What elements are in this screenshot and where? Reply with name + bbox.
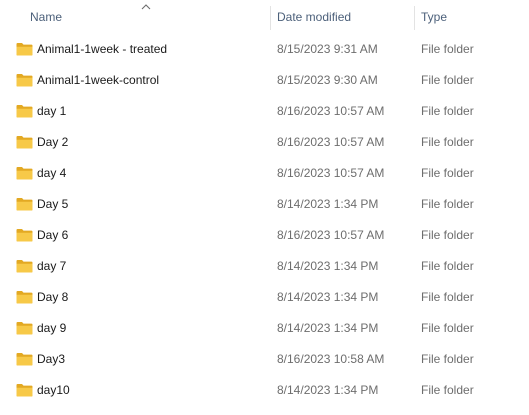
file-name: Animal1-1week - treated xyxy=(37,42,168,56)
file-name-cell[interactable]: Day 6 xyxy=(16,220,266,251)
column-header-type-label: Type xyxy=(421,10,448,24)
file-row[interactable]: Animal1-1week-control 8/15/2023 9:30 AM Fi… xyxy=(0,65,529,96)
file-list: Animal1-1week - treated 8/15/2023 9:31 AM… xyxy=(0,34,529,415)
file-row[interactable]: day 7 8/14/2023 1:34 PM File folder xyxy=(0,251,529,282)
folder-icon xyxy=(16,384,33,397)
file-name: Day 5 xyxy=(37,197,69,211)
file-name-cell[interactable]: Day3 xyxy=(16,344,266,375)
file-row[interactable]: day10 8/14/2023 1:34 PM File folder xyxy=(0,375,529,406)
file-date-modified: 8/14/2023 1:34 PM xyxy=(277,290,379,304)
file-row[interactable]: Day 8 8/14/2023 1:34 PM File folder xyxy=(0,282,529,313)
file-row[interactable]: day 4 8/16/2023 10:57 AM File folder xyxy=(0,158,529,189)
file-name-cell[interactable]: Day 2 xyxy=(16,127,266,158)
file-row[interactable]: day 1 8/16/2023 10:57 AM File folder xyxy=(0,96,529,127)
file-name-cell[interactable]: Day 8 xyxy=(16,282,266,313)
file-type: File folder xyxy=(421,197,474,211)
file-name-cell[interactable]: Day 5 xyxy=(16,189,266,220)
column-header-date-modified[interactable]: Date modified xyxy=(271,0,414,34)
file-name-cell[interactable]: day 1 xyxy=(16,96,266,127)
file-name-cell[interactable]: day10 xyxy=(16,375,266,406)
file-type: File folder xyxy=(421,383,474,397)
file-name-cell[interactable]: Animal1-1week - treated xyxy=(16,34,266,65)
file-name: Day 6 xyxy=(37,228,69,242)
column-header-name[interactable]: Name xyxy=(0,0,270,34)
folder-icon xyxy=(16,105,33,118)
file-date-modified: 8/15/2023 9:30 AM xyxy=(277,73,378,87)
folder-icon xyxy=(16,198,33,211)
file-type: File folder xyxy=(421,228,474,242)
file-date-modified: 8/15/2023 9:31 AM xyxy=(277,42,378,56)
folder-icon xyxy=(16,74,33,87)
folder-icon xyxy=(16,229,33,242)
file-date-modified: 8/16/2023 10:57 AM xyxy=(277,166,385,180)
file-type: File folder xyxy=(421,104,474,118)
file-type: File folder xyxy=(421,42,474,56)
column-header-date-label: Date modified xyxy=(277,10,352,24)
file-name-cell[interactable]: day 9 xyxy=(16,313,266,344)
file-explorer: Name Date modified Type Animal1-1week - … xyxy=(0,0,529,415)
file-name: Day3 xyxy=(37,352,66,366)
file-date-modified: 8/14/2023 1:34 PM xyxy=(277,197,379,211)
folder-icon xyxy=(16,136,33,149)
file-date-modified: 8/14/2023 1:34 PM xyxy=(277,383,379,397)
folder-icon xyxy=(16,167,33,180)
folder-icon xyxy=(16,353,33,366)
file-type: File folder xyxy=(421,290,474,304)
file-row[interactable]: Day 5 8/14/2023 1:34 PM File folder xyxy=(0,189,529,220)
file-name: Day 8 xyxy=(37,290,69,304)
file-date-modified: 8/16/2023 10:57 AM xyxy=(277,228,385,242)
file-type: File folder xyxy=(421,73,474,87)
folder-icon xyxy=(16,322,33,335)
column-header-type[interactable]: Type xyxy=(415,0,529,34)
file-name: Animal1-1week-control xyxy=(37,73,160,87)
file-row[interactable]: Animal1-1week - treated 8/15/2023 9:31 AM… xyxy=(0,34,529,65)
column-header-name-label: Name xyxy=(30,10,63,24)
file-name: day 4 xyxy=(37,166,67,180)
file-type: File folder xyxy=(421,166,474,180)
folder-icon xyxy=(16,43,33,56)
file-name: day 7 xyxy=(37,259,67,273)
file-name: day 1 xyxy=(37,104,67,118)
file-name: Day 2 xyxy=(37,135,69,149)
file-date-modified: 8/16/2023 10:58 AM xyxy=(277,352,385,366)
file-row[interactable]: Day3 8/16/2023 10:58 AM File folder xyxy=(0,344,529,375)
file-name: day10 xyxy=(37,383,70,397)
file-date-modified: 8/16/2023 10:57 AM xyxy=(277,135,385,149)
file-name-cell[interactable]: day 7 xyxy=(16,251,266,282)
file-row[interactable]: Day 6 8/16/2023 10:57 AM File folder xyxy=(0,220,529,251)
column-header-bar: Name Date modified Type xyxy=(0,0,529,34)
file-type: File folder xyxy=(421,259,474,273)
file-name-cell[interactable]: Animal1-1week-control xyxy=(16,65,266,96)
file-row[interactable]: Day 2 8/16/2023 10:57 AM File folder xyxy=(0,127,529,158)
chevron-up-icon xyxy=(141,4,151,10)
file-name-cell[interactable]: day 4 xyxy=(16,158,266,189)
folder-icon xyxy=(16,260,33,273)
file-row[interactable]: day 9 8/14/2023 1:34 PM File folder xyxy=(0,313,529,344)
file-type: File folder xyxy=(421,352,474,366)
file-date-modified: 8/14/2023 1:34 PM xyxy=(277,321,379,335)
file-name: day 9 xyxy=(37,321,67,335)
file-date-modified: 8/16/2023 10:57 AM xyxy=(277,104,385,118)
folder-icon xyxy=(16,291,33,304)
file-type: File folder xyxy=(421,321,474,335)
file-type: File folder xyxy=(421,135,474,149)
file-date-modified: 8/14/2023 1:34 PM xyxy=(277,259,379,273)
